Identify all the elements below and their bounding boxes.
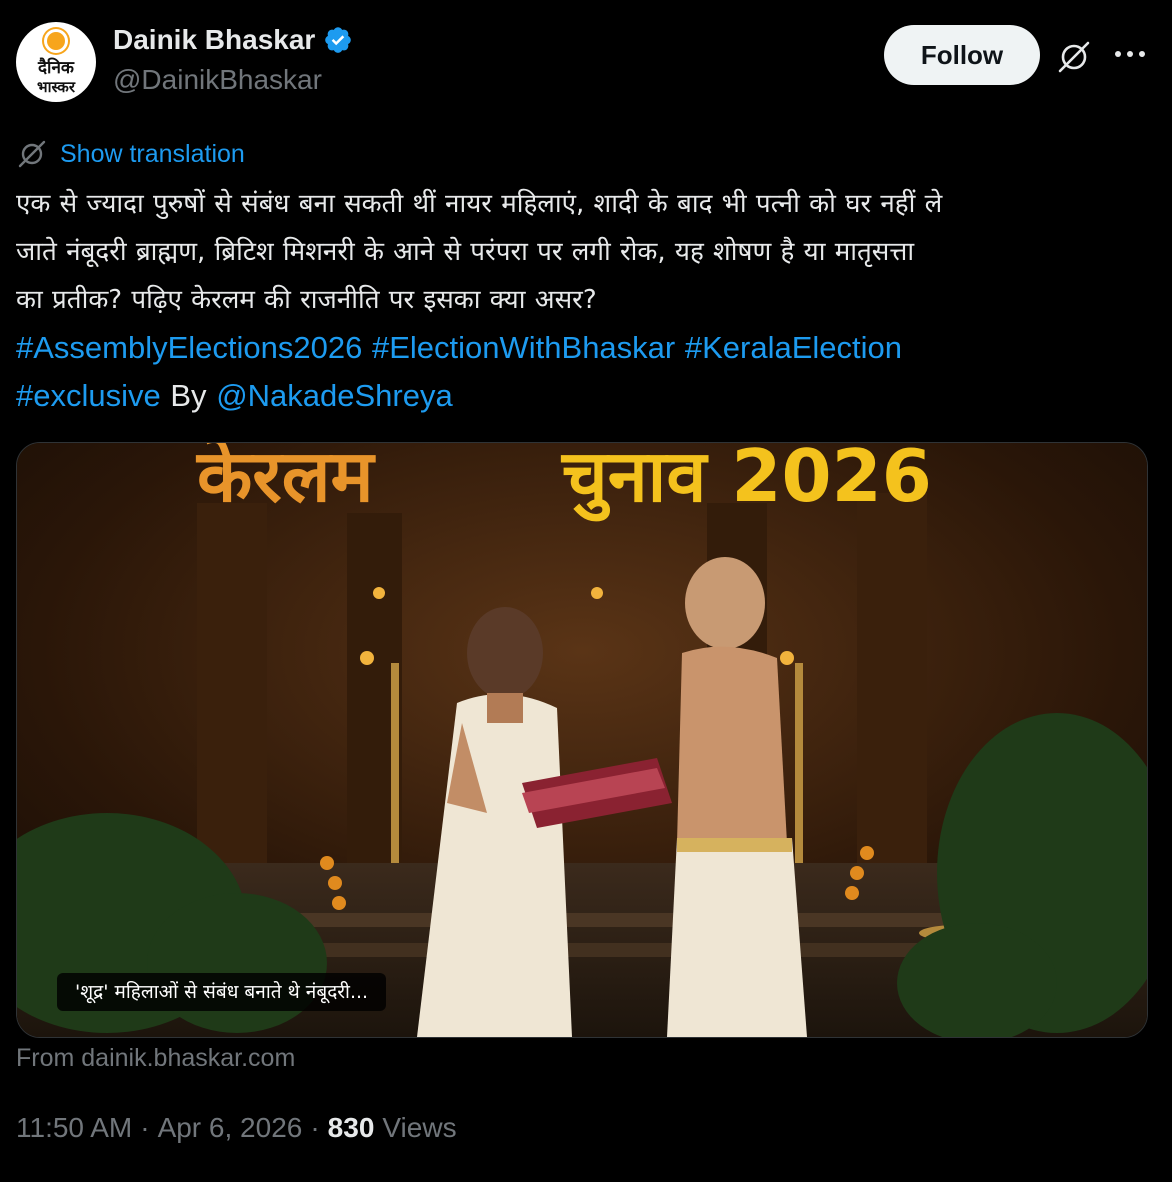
show-translation-link[interactable]: Show translation [16,138,245,170]
tweet-text-line: जाते नंबूदरी ब्राह्मण, ब्रिटिश मिशनरी के… [16,237,915,267]
hashtag-link[interactable]: #ElectionWithBhaskar [372,330,675,365]
tweet-date[interactable]: Apr 6, 2026 [158,1112,303,1144]
preview-image: केरलम चुनाव 2026 [17,443,1147,1037]
more-icon[interactable] [1110,38,1150,70]
follow-button[interactable]: Follow [884,25,1040,85]
meta-separator: · [140,1112,150,1143]
show-translation-label: Show translation [60,139,245,168]
translate-icon [18,140,46,168]
hashtag-link[interactable]: #exclusive [16,378,161,413]
avatar-logo-line1: दैनिक [38,58,74,78]
verified-badge-icon[interactable] [323,25,353,55]
avatar[interactable]: दैनिक भास्कर [16,22,96,102]
by-label: By [170,378,207,413]
tweet-text-line: का प्रतीक? पढ़िए केरलम की राजनीति पर इसक… [16,285,597,315]
avatar-logo-line2: भास्कर [37,78,75,96]
tweet-time[interactable]: 11:50 AM [16,1112,132,1144]
tweet-text-line: एक से ज्यादा पुरुषों से संबंध बना सकती थ… [16,189,943,219]
source-link[interactable]: From dainik.bhaskar.com [16,1044,295,1073]
display-name[interactable]: Dainik Bhaskar [113,24,315,56]
meta-separator: · [310,1112,320,1143]
hashtag-link[interactable]: #AssemblyElections2026 [16,330,362,365]
views-count: 830 [327,1112,375,1143]
hashtag-link[interactable]: #KeralaElection [685,330,902,365]
tweet-text: एक से ज्यादा पुरुषों से संबंध बना सकती थ… [16,180,1156,420]
grok-icon[interactable] [1055,38,1093,76]
banner-text-right: चुनाव 2026 [560,443,932,522]
banner-text-left: केरलम [195,443,377,518]
mention-link[interactable]: @NakadeShreya [216,378,453,413]
link-preview-card[interactable]: केरलम चुनाव 2026 'शूद्र' महिलाओं से संबं… [16,442,1148,1038]
account-handle[interactable]: @DainikBhaskar [113,64,322,96]
views-label: Views [382,1112,457,1143]
sun-logo-icon [47,32,65,50]
hashtag-line: #exclusive By @NakadeShreya [16,372,1156,420]
hashtag-line: #AssemblyElections2026 #ElectionWithBhas… [16,324,1156,372]
tweet-meta: 11:50 AM · Apr 6, 2026 · 830 Views [16,1112,457,1144]
name-row: Dainik Bhaskar [113,24,353,56]
preview-caption: 'शूद्र' महिलाओं से संबंध बनाते थे नंबूदर… [57,973,387,1011]
